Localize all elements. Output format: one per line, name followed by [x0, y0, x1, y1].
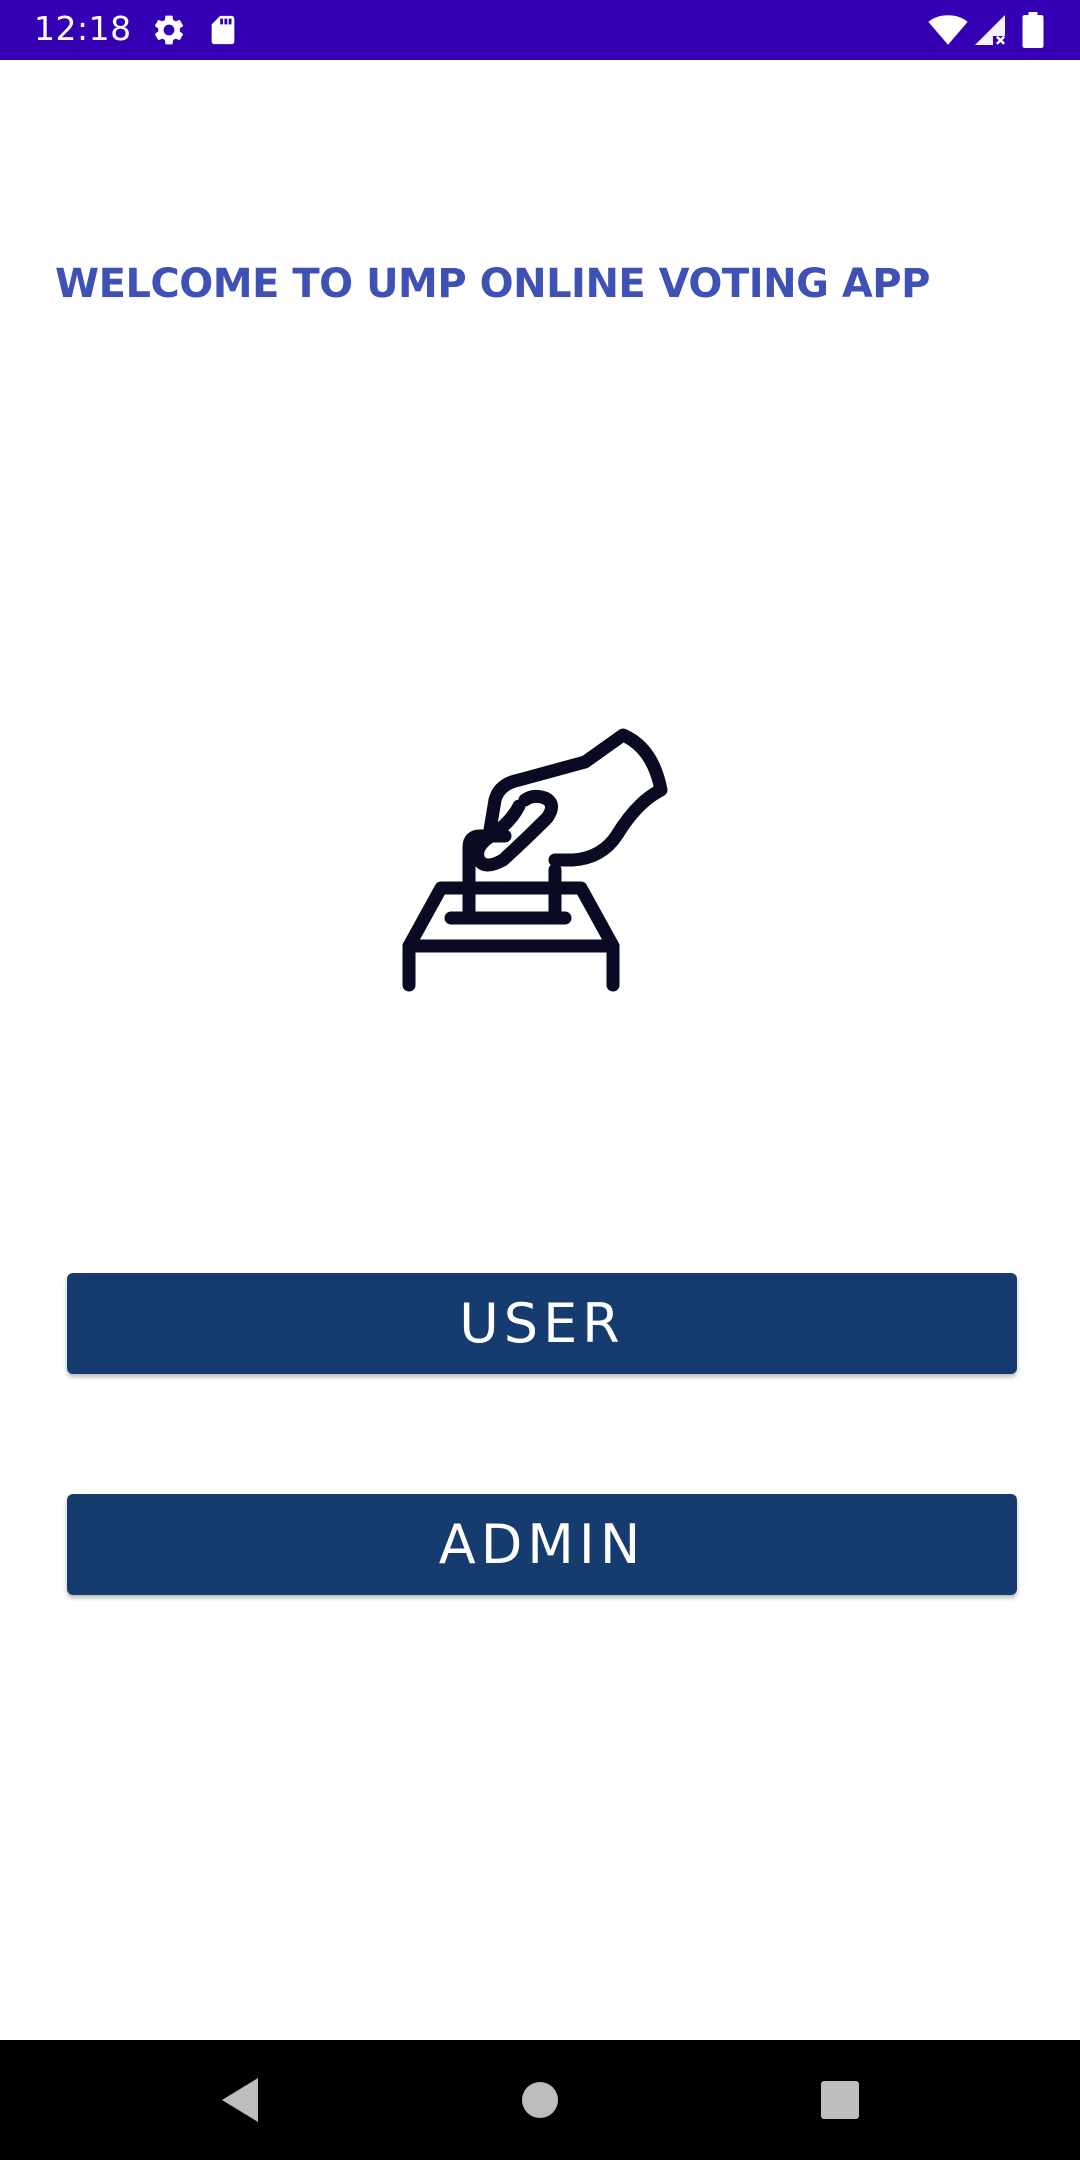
welcome-title: WELCOME TO UMP ONLINE VOTING APP [55, 261, 930, 307]
admin-button[interactable]: ADMIN [67, 1494, 1017, 1595]
battery-icon [1022, 12, 1044, 48]
recents-icon[interactable] [810, 2070, 870, 2130]
settings-icon [151, 12, 187, 48]
wifi-icon [928, 12, 968, 48]
status-time: 12:18 [34, 9, 132, 48]
sd-card-icon [206, 12, 240, 48]
cell-signal-icon [972, 12, 1008, 48]
back-icon[interactable] [210, 2070, 270, 2130]
status-bar: 12:18 [0, 0, 1080, 60]
navigation-bar [0, 2040, 1080, 2160]
voting-app-screen: 12:18 WELCOME TO UMP ONLINE VOTING APP U… [0, 0, 1080, 2160]
home-icon[interactable] [510, 2070, 570, 2130]
ballot-box-vote-icon [395, 710, 685, 1000]
user-button[interactable]: USER [67, 1273, 1017, 1374]
